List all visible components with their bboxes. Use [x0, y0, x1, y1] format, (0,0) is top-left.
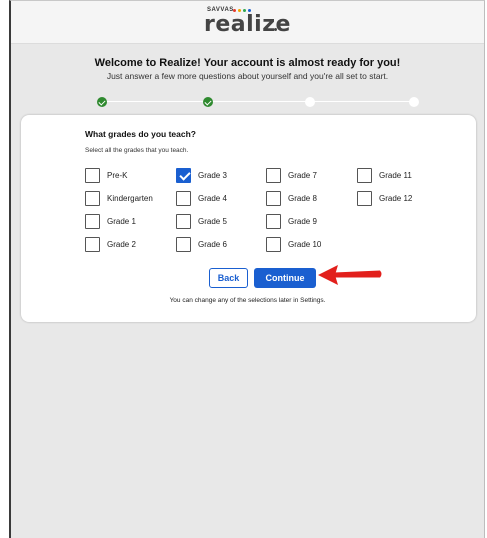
grade-checkbox[interactable]	[85, 190, 100, 206]
grade-option[interactable]: Grade 5	[176, 213, 227, 229]
step-pending-icon	[409, 97, 419, 107]
grade-option[interactable]: Grade 10	[266, 236, 321, 252]
question-heading: What grades do you teach?	[85, 129, 196, 139]
grade-checkbox[interactable]	[176, 190, 191, 206]
grade-option[interactable]: Grade 7	[266, 167, 317, 183]
grade-checkbox[interactable]	[176, 167, 191, 183]
grade-label: Grade 11	[379, 170, 412, 180]
progress-line	[101, 101, 413, 102]
continue-button[interactable]: Continue	[254, 268, 316, 288]
welcome-subtitle: Just answer a few more questions about y…	[106, 71, 389, 81]
realize-logo: SAVVAS realize	[199, 7, 309, 39]
grade-label: Grade 1	[107, 216, 136, 226]
grade-checkbox[interactable]	[85, 167, 100, 183]
grade-label: Grade 2	[107, 239, 136, 249]
logo-wordmark: realize	[204, 12, 291, 37]
grades-card: What grades do you teach? Select all the…	[21, 115, 476, 322]
grade-checkbox[interactable]	[266, 236, 281, 252]
grade-label: Grade 9	[288, 216, 317, 226]
logo-trailing-dot	[274, 28, 277, 31]
app-window: SAVVAS realize Welcome to Realize! Your …	[9, 0, 485, 538]
question-hint: Select all the grades that you teach.	[85, 147, 189, 154]
progress-stepper	[97, 97, 419, 107]
grade-option[interactable]: Grade 2	[85, 236, 136, 252]
grade-option[interactable]: Kindergarten	[85, 190, 153, 206]
grade-option[interactable]: Grade 8	[266, 190, 317, 206]
grade-label: Grade 5	[198, 216, 227, 226]
grade-checkbox[interactable]	[266, 167, 281, 183]
grade-label: Grade 6	[198, 239, 227, 249]
grade-option[interactable]: Grade 4	[176, 190, 227, 206]
grade-checkbox[interactable]	[176, 236, 191, 252]
step-complete-icon	[97, 97, 107, 107]
settings-note: You can change any of the selections lat…	[169, 297, 326, 304]
grade-label: Grade 10	[288, 239, 322, 249]
header: SAVVAS realize	[11, 1, 484, 44]
step-pending-icon	[305, 97, 315, 107]
grade-label: Grade 12	[379, 193, 413, 203]
back-button[interactable]: Back	[209, 268, 248, 288]
grade-option[interactable]: Grade 1	[85, 213, 136, 229]
grade-option[interactable]: Pre-K	[85, 167, 127, 183]
grade-option[interactable]: Grade 9	[266, 213, 317, 229]
grade-label: Grade 3	[198, 170, 227, 180]
grade-option[interactable]: Grade 11	[357, 167, 412, 183]
grade-label: Grade 4	[198, 193, 227, 203]
grade-option[interactable]: Grade 3	[176, 167, 227, 183]
grade-checkbox[interactable]	[176, 213, 191, 229]
grade-label: Grade 7	[288, 170, 317, 180]
step-complete-icon	[203, 97, 213, 107]
grade-label: Kindergarten	[107, 193, 153, 203]
grade-checkbox[interactable]	[357, 190, 372, 206]
grade-label: Grade 8	[288, 193, 317, 203]
grade-checkbox[interactable]	[357, 167, 372, 183]
grade-checkbox[interactable]	[266, 213, 281, 229]
grade-checkbox[interactable]	[85, 213, 100, 229]
grade-checkbox[interactable]	[266, 190, 281, 206]
grade-option[interactable]: Grade 6	[176, 236, 227, 252]
welcome-title: Welcome to Realize! Your account is almo…	[94, 57, 401, 69]
grade-label: Pre-K	[107, 170, 128, 180]
grade-option[interactable]: Grade 12	[357, 190, 412, 206]
grade-checkbox[interactable]	[85, 236, 100, 252]
red-arrow-annotation	[318, 265, 382, 285]
